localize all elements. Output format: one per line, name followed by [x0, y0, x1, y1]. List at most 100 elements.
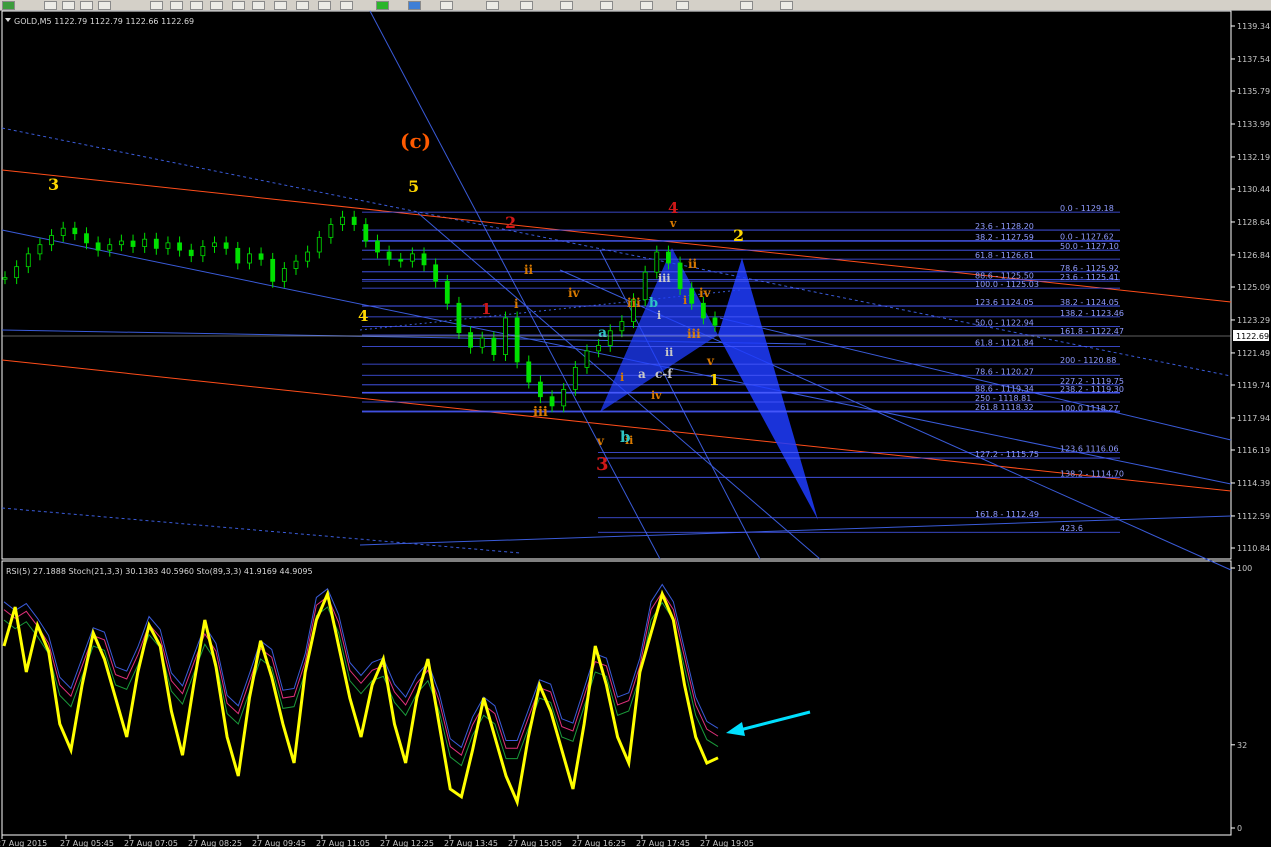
price-tick-label: 1114.39: [1237, 479, 1270, 488]
wave-label: ii: [524, 263, 534, 277]
fib-label: 261.8 1118.32: [975, 403, 1034, 412]
fib-label: 38.2 - 1127.59: [975, 233, 1034, 242]
candle-body: [72, 227, 78, 235]
wave-label: i: [620, 371, 624, 384]
candle-body: [165, 242, 171, 249]
dashed-trendline-lower: [1, 507, 521, 554]
price-tick-label: 1137.54: [1237, 55, 1270, 64]
fib-label: 127.2 - 1115.75: [975, 450, 1039, 459]
wave-label: iii: [687, 327, 701, 341]
candle-body: [712, 317, 718, 326]
price-tick-label: 1139.34: [1237, 22, 1270, 31]
wave-label: c-f: [655, 367, 673, 381]
candle-body: [491, 337, 497, 355]
fib-label: 100.0 1118.27: [1060, 404, 1119, 413]
candle-body: [444, 280, 450, 304]
candle-body: [223, 242, 229, 249]
wave-label: ii: [665, 346, 673, 359]
time-tick-label: 27 Aug 08:25: [188, 839, 242, 847]
candle-body: [689, 288, 695, 304]
price-tick-label: 1132.19: [1237, 153, 1270, 162]
time-tick-label: 27 Aug 15:05: [508, 839, 562, 847]
candle-body: [258, 253, 264, 260]
candle-body: [247, 253, 252, 264]
candle-body: [49, 235, 54, 246]
wave-label: a: [598, 325, 607, 341]
pattern-triangle-2: [718, 258, 818, 520]
wave-labels: 3(c)5421iiiiviiiaiii biiii4v2iiiiviiiiii a…: [48, 129, 744, 475]
fib-label: 61.8 - 1126.61: [975, 251, 1034, 260]
price-tick-label: 1119.74: [1237, 381, 1270, 390]
dashed-trendline-upper: [1, 127, 1232, 377]
fib-label: 61.8 - 1121.84: [975, 339, 1034, 348]
fib-label: 78.6 - 1125.92: [1060, 264, 1119, 273]
candle-body: [526, 361, 532, 383]
price-tick-label: 1128.64: [1237, 218, 1270, 227]
wave-label: 1: [481, 300, 491, 318]
wave-label: (c): [400, 129, 431, 153]
indicator-lines: [2, 583, 719, 808]
candle-body: [666, 251, 671, 264]
candle-body: [153, 238, 159, 249]
candle-body: [596, 345, 602, 352]
time-tick-label: 27 Aug 09:45: [252, 839, 306, 847]
price-chart[interactable]: GOLD,M5 1122.79 1122.79 1122.66 1122.69 …: [0, 0, 1271, 847]
candle-body: [479, 337, 485, 348]
chart-menu-icon[interactable]: [5, 18, 11, 22]
candle-body: [375, 240, 380, 253]
wave-label: 5: [408, 177, 419, 196]
price-tick-label: 1125.09: [1237, 283, 1270, 292]
time-tick-label: 27 Aug 05:45: [60, 839, 114, 847]
wave-label: 3: [48, 175, 59, 194]
candle-body: [188, 249, 194, 257]
candle-body: [328, 224, 334, 238]
wave-label: 2: [733, 226, 744, 245]
rsi-line: [2, 589, 719, 808]
candle-body: [340, 216, 345, 225]
fib-label: 200 - 1120.88: [1060, 356, 1116, 365]
wave-label: iv: [699, 286, 712, 300]
candle-body: [584, 350, 590, 368]
fib-label: 161.8 - 1122.47: [1060, 327, 1124, 336]
price-tick-label: 1116.19: [1237, 446, 1270, 455]
candle-body: [468, 332, 473, 348]
cyan-arrow: [726, 710, 811, 736]
fib-label: 88.6 - 1119.34: [975, 384, 1034, 393]
time-tick-label: 27 Aug 12:25: [380, 839, 434, 847]
fib-label: 50.0 - 1122.94: [975, 318, 1034, 327]
candle-body: [316, 236, 322, 253]
candle-body: [386, 251, 392, 260]
fib-label: 100.0 - 1125.03: [975, 280, 1039, 289]
time-tick-label: 27 Aug 13:45: [444, 839, 498, 847]
fib-label: 423.6: [1060, 524, 1083, 533]
time-tick-label: 27 Aug 07:05: [124, 839, 178, 847]
fib-label: 123.6 1124.05: [975, 298, 1034, 307]
fib-label: 250 - 1118.81: [975, 394, 1031, 403]
wave-label: iii: [658, 272, 671, 285]
candle-body: [351, 216, 357, 225]
stoch-main-line: [3, 583, 719, 749]
fib-label: 161.8 - 1112.49: [975, 510, 1039, 519]
candle-body: [305, 251, 311, 262]
candle-body: [514, 317, 520, 363]
price-tick-label: 1133.99: [1237, 120, 1270, 129]
candle-body: [293, 260, 299, 269]
indicator-tick-label: 0: [1237, 824, 1242, 833]
candle-body: [409, 253, 415, 262]
price-tick-label: 1130.44: [1237, 185, 1270, 194]
candle-body: [700, 302, 706, 319]
price-tick-label: 1117.94: [1237, 414, 1270, 423]
price-tick-label: 1110.84: [1237, 544, 1270, 553]
candle-body: [281, 268, 287, 282]
price-tick-label: 1126.84: [1237, 251, 1270, 260]
price-tick-label: 1123.29: [1237, 316, 1270, 325]
fib-label: 138.2 - 1123.46: [1060, 309, 1124, 318]
candle-body: [572, 367, 578, 390]
symbol-header: GOLD,M5 1122.79 1122.79 1122.66 1122.69: [14, 17, 194, 26]
candle-body: [270, 258, 276, 282]
candle-body: [549, 396, 555, 407]
wave-label: i: [514, 297, 519, 311]
wave-label: i: [683, 294, 687, 307]
candle-body: [60, 227, 66, 236]
price-tick-label: 1112.59: [1237, 512, 1270, 521]
